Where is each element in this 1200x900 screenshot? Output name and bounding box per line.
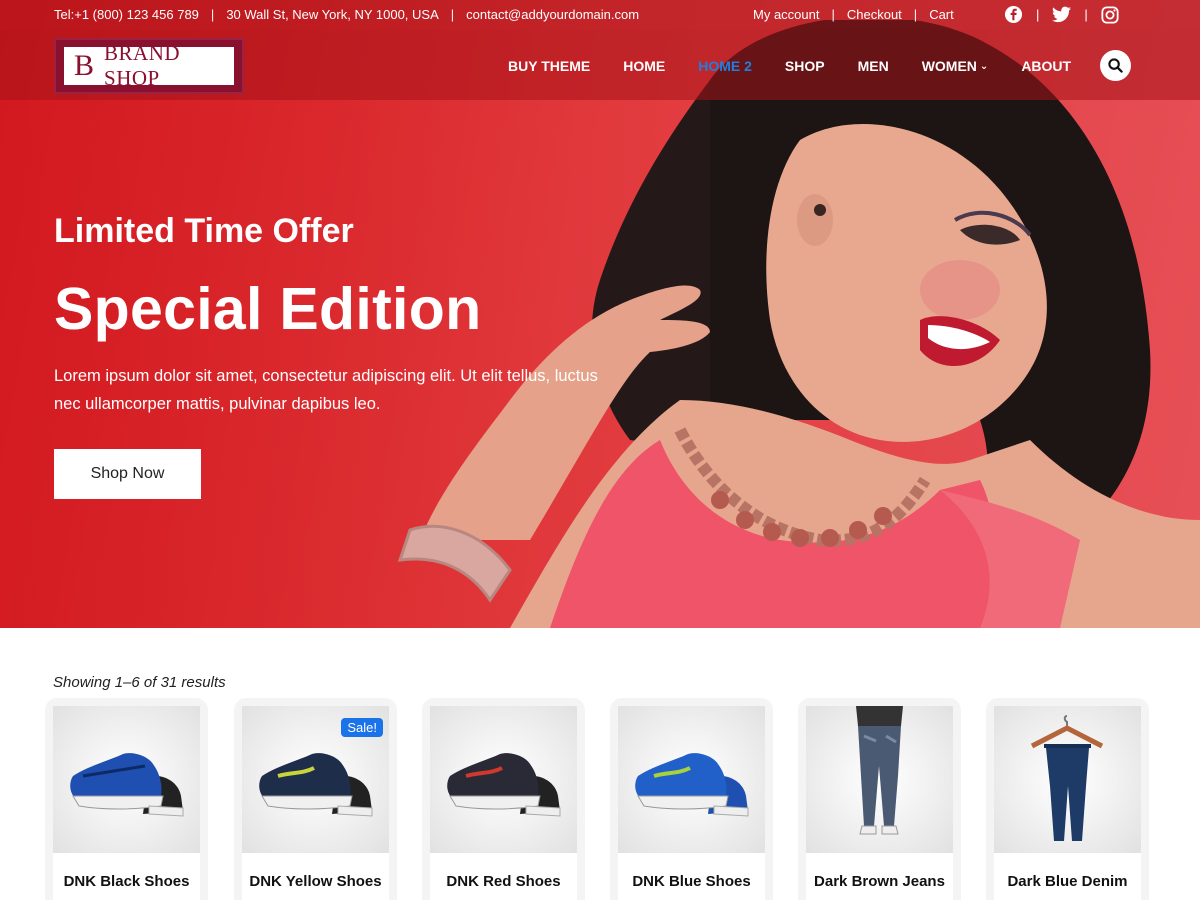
twitter-icon[interactable] [1052,6,1072,23]
checkout-link[interactable]: Checkout [847,7,902,22]
divider: | [913,7,918,22]
product-name[interactable]: DNK Red Shoes [430,853,577,900]
product-card[interactable]: DNK Red Shoes [422,698,585,900]
instagram-icon[interactable] [1101,5,1119,24]
search-button[interactable] [1100,50,1131,81]
nav-home[interactable]: HOME [623,58,665,74]
product-card[interactable]: Dark Brown Jeans [798,698,961,900]
product-image[interactable] [53,706,200,853]
nav-men[interactable]: MEN [858,58,889,74]
email-link[interactable]: contact@addyourdomain.com [466,7,639,22]
hero-title: Special Edition [54,276,482,342]
social-links: | | [1004,5,1119,24]
product-image[interactable] [430,706,577,853]
logo-text: BRAND SHOP [104,41,181,90]
nav-women-label: WOMEN [921,58,977,74]
account-links: My account | Checkout | Cart [753,7,954,22]
nav-women[interactable]: WOMEN ⌄ [922,58,989,74]
nav-about[interactable]: ABOUT [1021,58,1071,74]
facebook-icon[interactable] [1004,5,1023,24]
divider: | [210,7,215,22]
brand-logo[interactable]: B BRAND SHOP [54,38,244,94]
product-image[interactable] [994,706,1141,853]
my-account-link[interactable]: My account [753,7,819,22]
divider: | [450,7,455,22]
product-card[interactable]: DNK Blue Shoes [610,698,773,900]
product-image[interactable] [618,706,765,853]
nav-home-2[interactable]: HOME 2 [698,58,752,74]
address-text: 30 Wall St, New York, NY 1000, USA [226,7,439,22]
main-navigation: BUY THEME HOME HOME 2 SHOP MEN WOMEN ⌄ AB… [508,58,1104,74]
product-image[interactable]: Sale! [242,706,389,853]
chevron-down-icon: ⌄ [979,60,989,72]
contact-info: Tel:+1 (800) 123 456 789 | 30 Wall St, N… [54,7,639,22]
site-header: B BRAND SHOP BUY THEME HOME HOME 2 SHOP … [0,30,1200,100]
divider: | [1036,7,1040,22]
product-name[interactable]: DNK Black Shoes [53,853,200,900]
sale-badge: Sale! [341,718,383,737]
product-image[interactable] [806,706,953,853]
hero-kicker: Limited Time Offer [54,212,354,250]
divider: | [1084,7,1088,22]
logo-mark: B [74,49,95,82]
product-card[interactable]: Dark Blue Denim [986,698,1149,900]
nav-shop[interactable]: SHOP [785,58,825,74]
product-name[interactable]: Dark Blue Denim [994,853,1141,900]
search-icon [1108,58,1123,73]
hero-description: Lorem ipsum dolor sit amet, consectetur … [54,367,598,413]
logo-box: B BRAND SHOP [64,41,234,90]
product-name[interactable]: Dark Brown Jeans [806,853,953,900]
product-card[interactable]: DNK Black Shoes [45,698,208,900]
hero-model-image [397,20,1200,628]
results-count: Showing 1–6 of 31 results [53,674,226,691]
product-grid: DNK Black Shoes Sale! DNK Yellow Shoes D… [45,698,1155,900]
phone-text: Tel:+1 (800) 123 456 789 [54,7,199,22]
divider: | [831,7,835,22]
product-name[interactable]: DNK Blue Shoes [618,853,765,900]
nav-buy-theme[interactable]: BUY THEME [508,58,590,74]
product-card[interactable]: Sale! DNK Yellow Shoes [234,698,397,900]
cart-link[interactable]: Cart [929,7,954,22]
product-name[interactable]: DNK Yellow Shoes [242,853,389,900]
shop-now-button[interactable]: Shop Now [54,449,201,499]
